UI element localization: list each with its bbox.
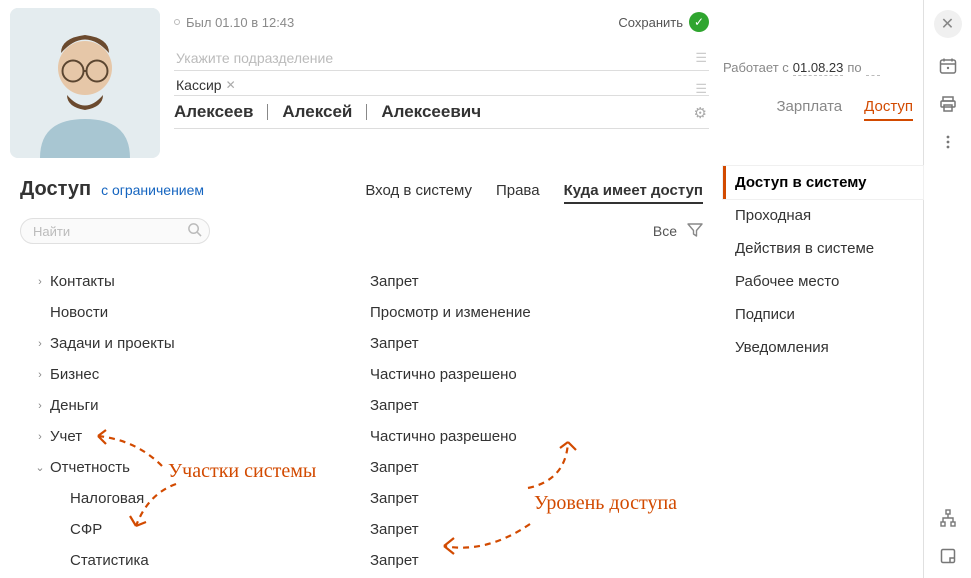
- table-row[interactable]: › Контакты Запрет: [20, 266, 703, 297]
- department-input[interactable]: [174, 46, 709, 71]
- chevron-right-icon[interactable]: ›: [34, 431, 46, 443]
- middle-name: Алексеевич: [381, 102, 481, 122]
- page-title: Доступ: [20, 178, 91, 201]
- tree-item-label: Контакты: [50, 273, 115, 290]
- access-level[interactable]: Запрет: [370, 521, 419, 538]
- tab-access[interactable]: Доступ: [864, 98, 913, 121]
- table-row[interactable]: Новости Просмотр и изменение: [20, 297, 703, 328]
- side-nav-item[interactable]: Уведомления: [723, 331, 923, 364]
- list-icon[interactable]: ☰: [695, 50, 707, 66]
- tree-item-label: Новости: [50, 304, 108, 321]
- table-row[interactable]: ⌄ Отчетность Запрет: [20, 452, 703, 483]
- chevron-down-icon[interactable]: ⌄: [34, 461, 46, 474]
- inner-tab-login[interactable]: Вход в систему: [365, 182, 472, 204]
- side-nav-item[interactable]: Доступ в систему: [723, 166, 923, 199]
- close-button[interactable]: ✕: [934, 10, 962, 38]
- chevron-right-icon[interactable]: ›: [34, 369, 46, 381]
- more-icon[interactable]: [938, 132, 958, 152]
- first-name: Алексей: [282, 102, 352, 122]
- list-icon[interactable]: ☰: [695, 81, 707, 97]
- table-row[interactable]: Налоговая Запрет: [20, 483, 703, 514]
- presence-dot-icon: [174, 19, 180, 25]
- save-button[interactable]: Сохранить ✓: [618, 12, 709, 32]
- access-level[interactable]: Запрет: [370, 490, 419, 507]
- printer-icon[interactable]: [938, 94, 958, 114]
- tree-item-label: Деньги: [50, 397, 98, 414]
- table-row[interactable]: › Бизнес Частично разрешено: [20, 359, 703, 390]
- tab-salary[interactable]: Зарплата: [776, 98, 842, 121]
- last-name: Алексеев: [174, 102, 253, 122]
- inner-tab-rights[interactable]: Права: [496, 182, 540, 204]
- works-to-date[interactable]: [866, 60, 880, 76]
- table-row[interactable]: › Задачи и проекты Запрет: [20, 328, 703, 359]
- status-text: Был 01.10 в 12:43: [186, 15, 294, 30]
- table-row[interactable]: › Учет Частично разрешено: [20, 421, 703, 452]
- sitemap-icon[interactable]: [938, 508, 958, 528]
- access-level[interactable]: Запрет: [370, 273, 419, 290]
- tree-item-label: Отчетность: [50, 459, 130, 476]
- access-level[interactable]: Просмотр и изменение: [370, 304, 531, 321]
- gear-icon[interactable]: ⚙: [694, 104, 707, 122]
- table-row[interactable]: Статистика Запрет: [20, 545, 703, 576]
- chevron-right-icon[interactable]: ›: [34, 276, 46, 288]
- tree-item-label: СФР: [70, 521, 102, 538]
- check-icon: ✓: [689, 12, 709, 32]
- access-level[interactable]: Запрет: [370, 552, 419, 569]
- funnel-icon[interactable]: [687, 222, 703, 241]
- access-level[interactable]: Запрет: [370, 397, 419, 414]
- search-icon[interactable]: [187, 222, 202, 240]
- restriction-link[interactable]: с ограничением: [101, 182, 204, 198]
- chevron-right-icon[interactable]: ›: [34, 338, 46, 350]
- tree-item-label: Бизнес: [50, 366, 99, 383]
- filter-all[interactable]: Все: [653, 223, 677, 239]
- table-row[interactable]: СФР Запрет: [20, 514, 703, 545]
- tree-item-label: Статистика: [70, 552, 149, 569]
- chevron-right-icon[interactable]: ›: [34, 400, 46, 412]
- note-icon[interactable]: [938, 546, 958, 566]
- close-icon[interactable]: ✕: [226, 78, 236, 92]
- role-chip[interactable]: Кассир ✕: [174, 77, 236, 97]
- side-nav-item[interactable]: Проходная: [723, 199, 923, 232]
- side-nav-item[interactable]: Рабочее место: [723, 265, 923, 298]
- tree-item-label: Задачи и проекты: [50, 335, 175, 352]
- name-row[interactable]: Алексеев Алексей Алексеевич ⚙: [174, 102, 709, 129]
- works-from-date[interactable]: 01.08.23: [793, 60, 844, 76]
- side-nav-item[interactable]: Подписи: [723, 298, 923, 331]
- access-level[interactable]: Частично разрешено: [370, 366, 517, 383]
- table-row[interactable]: › Деньги Запрет: [20, 390, 703, 421]
- side-nav-item[interactable]: Действия в системе: [723, 232, 923, 265]
- avatar[interactable]: [10, 8, 160, 158]
- inner-tab-where[interactable]: Куда имеет доступ: [564, 182, 703, 204]
- calendar-icon[interactable]: [938, 56, 958, 76]
- search-input[interactable]: [20, 218, 210, 244]
- works-period: Работает с 01.08.23 по: [723, 60, 913, 76]
- tree-item-label: Налоговая: [70, 490, 144, 507]
- access-level[interactable]: Частично разрешено: [370, 428, 517, 445]
- access-level[interactable]: Запрет: [370, 459, 419, 476]
- tree-item-label: Учет: [50, 428, 82, 445]
- access-level[interactable]: Запрет: [370, 335, 419, 352]
